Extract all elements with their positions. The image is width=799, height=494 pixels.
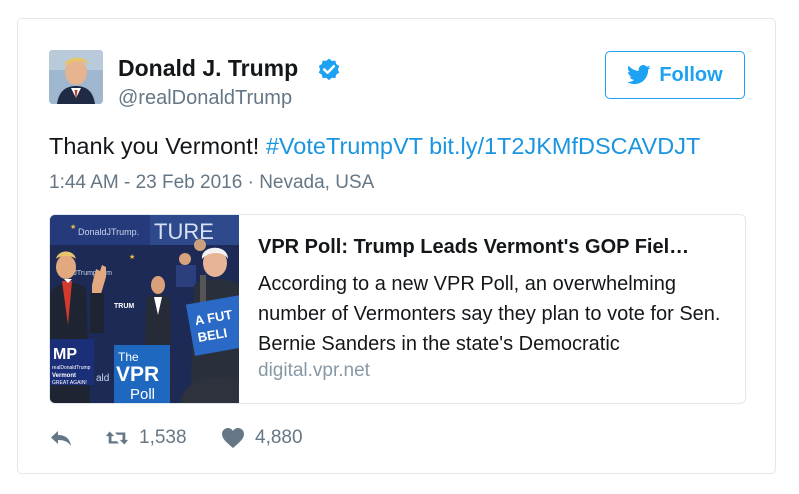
reply-button[interactable] bbox=[49, 427, 73, 449]
great-text: GREAT AGAIN! bbox=[52, 380, 87, 386]
author-handle[interactable]: @realDonaldTrump bbox=[118, 87, 292, 110]
mp-text: MP bbox=[53, 346, 77, 363]
ture-text: TURE bbox=[154, 219, 214, 244]
link-preview-card[interactable]: DonaldJTrump. ★ ★ ★ TURE aldJTrump.com T… bbox=[49, 214, 746, 404]
like-count: 4,880 bbox=[255, 427, 303, 448]
tweet-meta: 1:44 AM - 23 Feb 2016 · Nevada, USA bbox=[49, 172, 374, 194]
tweet-timestamp[interactable]: 1:44 AM - 23 Feb 2016 bbox=[49, 172, 242, 193]
card-domain: digital.vpr.net bbox=[258, 360, 370, 381]
poll-the: The bbox=[118, 350, 139, 364]
author-avatar[interactable] bbox=[49, 50, 103, 104]
heart-icon bbox=[222, 428, 244, 448]
retweet-icon bbox=[105, 431, 129, 445]
stage-text: TRUM bbox=[114, 303, 134, 310]
banner-text: DonaldJTrump. bbox=[78, 227, 139, 237]
svg-text:★: ★ bbox=[129, 253, 135, 261]
like-button[interactable]: 4,880 bbox=[221, 427, 303, 449]
tweet-location[interactable]: Nevada, USA bbox=[259, 172, 374, 193]
card-title: VPR Poll: Trump Leads Vermont's GOP Fiel… bbox=[258, 236, 690, 258]
tweet-text: Thank you Vermont! #VoteTrumpVT bit.ly/1… bbox=[49, 133, 700, 160]
verified-badge-icon bbox=[318, 58, 340, 81]
reply-icon bbox=[51, 431, 71, 446]
meta-separator: · bbox=[242, 172, 260, 193]
tweet-card: Donald J. Trump @realDonaldTrump Follow … bbox=[17, 18, 776, 474]
profile-photo-icon bbox=[49, 50, 103, 104]
short-url-link[interactable]: bit.ly/1T2JKMfDSCAVDJT bbox=[429, 133, 700, 159]
poll-vpr: VPR bbox=[116, 363, 159, 386]
card-thumbnail-image: DonaldJTrump. ★ ★ ★ TURE aldJTrump.com T… bbox=[50, 215, 239, 403]
card-description: According to a new VPR Poll, an overwhel… bbox=[258, 273, 721, 355]
sub-text: realDonaldTrump bbox=[52, 365, 91, 371]
svg-text:★: ★ bbox=[70, 223, 76, 231]
author-name[interactable]: Donald J. Trump bbox=[118, 55, 298, 82]
retweet-count: 1,538 bbox=[139, 427, 187, 448]
vermont-text: Vermont bbox=[52, 373, 76, 379]
twitter-bird-icon bbox=[627, 65, 651, 85]
poll-word: Poll bbox=[130, 386, 155, 403]
follow-button-label: Follow bbox=[659, 63, 723, 86]
ald-text: ald bbox=[96, 373, 109, 384]
tweet-text-body: Thank you Vermont! bbox=[49, 133, 266, 159]
retweet-button[interactable]: 1,538 bbox=[105, 427, 187, 449]
follow-button[interactable]: Follow bbox=[605, 51, 745, 99]
hashtag-link[interactable]: #VoteTrumpVT bbox=[266, 133, 423, 159]
